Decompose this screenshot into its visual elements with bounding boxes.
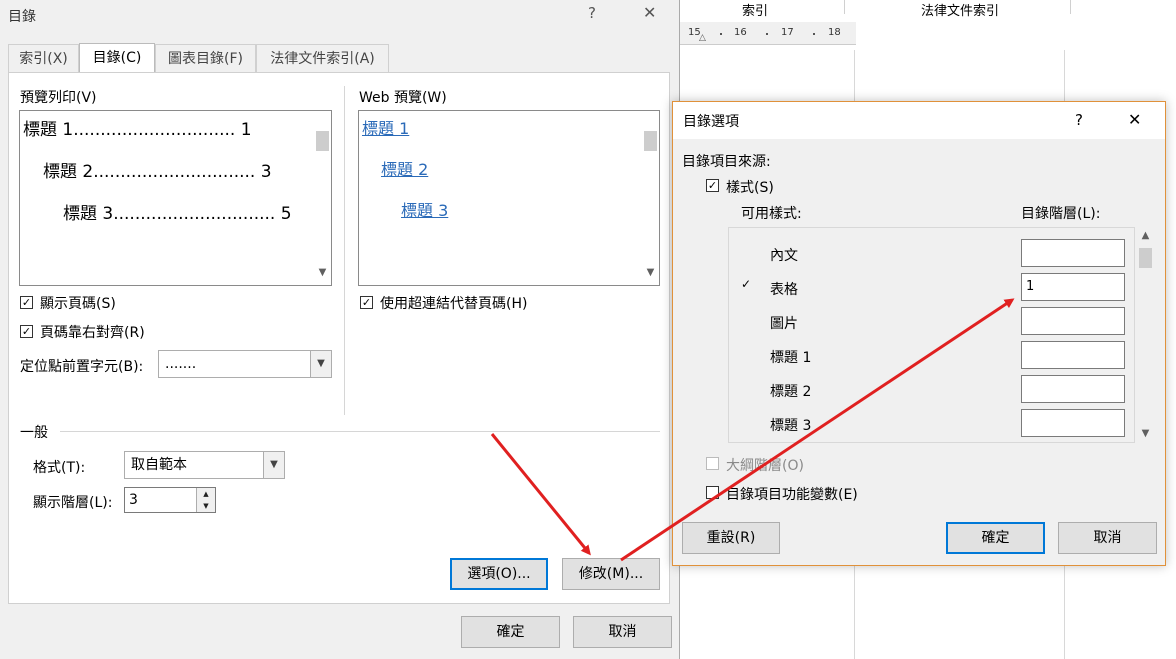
annotation-arrows — [490, 298, 1015, 562]
arrow-to-level-input-icon — [620, 298, 1015, 562]
arrow-to-modify-icon — [490, 433, 591, 556]
